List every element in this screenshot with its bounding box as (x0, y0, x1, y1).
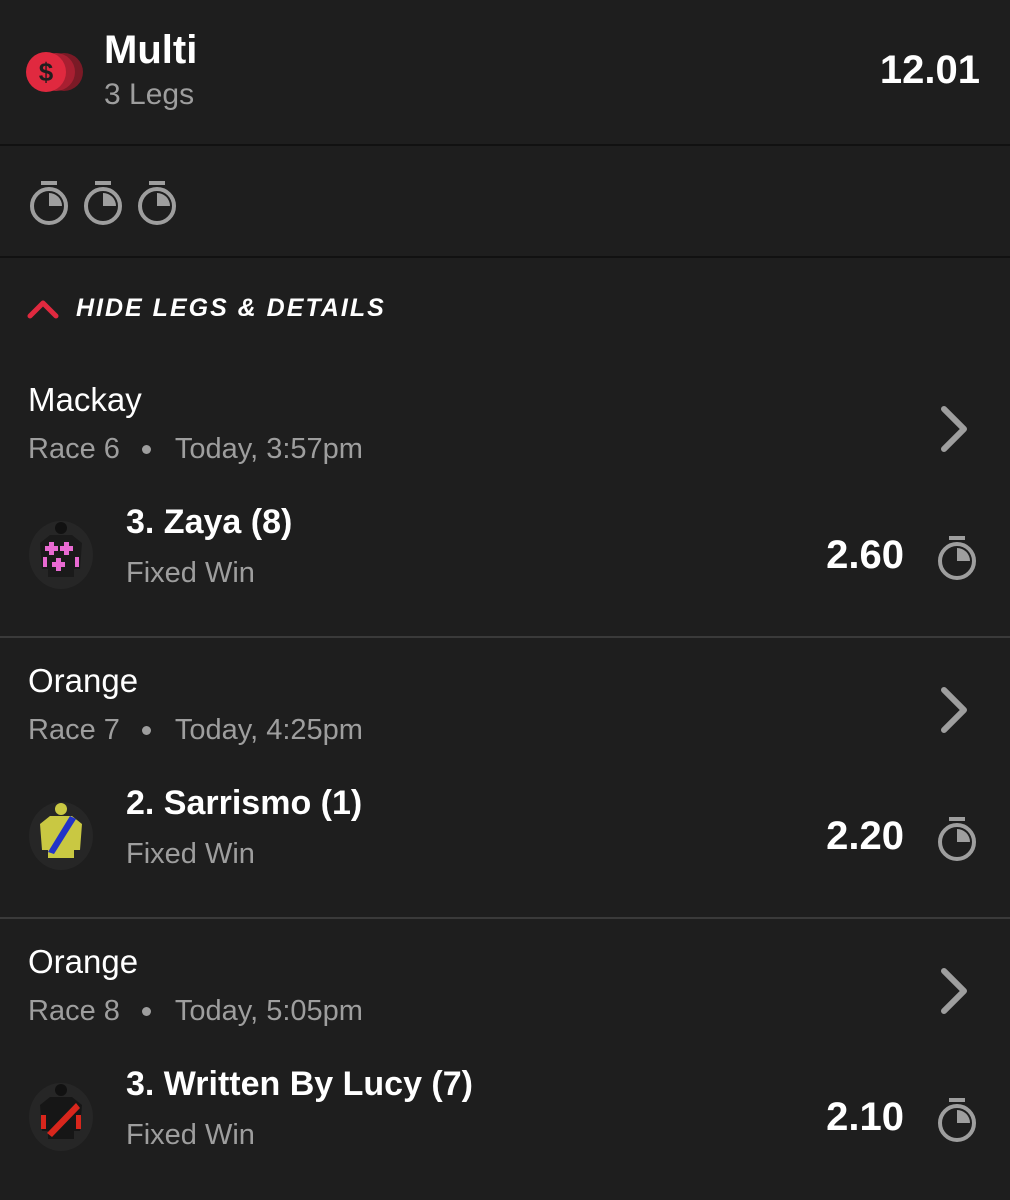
leg-race-time: Today, 3:57pm (174, 433, 363, 465)
separator-dot (141, 1007, 151, 1016)
hide-legs-toggle[interactable]: HIDE LEGS & DETAILS (26, 288, 386, 328)
svg-text:$: $ (39, 57, 54, 87)
leg-race-time: Today, 5:05pm (174, 995, 363, 1027)
leg-item[interactable]: Orange Race 8 Today, 5:05pm 3. Written B… (0, 919, 1010, 1200)
leg-odds: 2.60 (826, 533, 904, 577)
toggle-label: HIDE LEGS & DETAILS (76, 293, 386, 322)
leg-race-number: Race 7 (28, 714, 120, 746)
leg-race-info: Race 6 Today, 3:57pm (28, 433, 363, 466)
leg-item[interactable]: Mackay Race 6 Today, 3:57pm 3. Zaya (8) … (0, 357, 1010, 638)
leg-venue: Mackay (28, 381, 142, 418)
leg-odds: 2.20 (826, 814, 904, 858)
separator-dot (141, 726, 151, 735)
total-odds: 12.01 (879, 48, 980, 92)
leg-race-info: Race 8 Today, 5:05pm (28, 995, 363, 1028)
leg-status-row (0, 148, 1010, 258)
legs-count: 3 Legs (104, 78, 195, 111)
dollar-coins-icon: $ (26, 52, 83, 92)
chevron-right-icon[interactable] (936, 963, 972, 1019)
runner-name: 3. Zaya (8) (126, 503, 293, 541)
leg-race-number: Race 6 (28, 433, 120, 465)
jockey-silk-icon (29, 521, 93, 589)
timer-icon (938, 1098, 976, 1142)
leg-race-number: Race 8 (28, 995, 120, 1027)
separator-dot (141, 445, 151, 454)
timer-icon (138, 181, 176, 225)
timer-icon (938, 536, 976, 580)
leg-venue: Orange (28, 943, 139, 980)
leg-race-time: Today, 4:25pm (174, 714, 363, 746)
runner-name: 2. Sarrismo (1) (126, 784, 363, 822)
runner-name: 3. Written By Lucy (7) (126, 1065, 473, 1103)
jockey-silk-icon (29, 802, 93, 870)
bet-type: Fixed Win (126, 557, 255, 589)
jockey-silk-icon (29, 1083, 93, 1151)
bet-title: Multi (104, 28, 198, 72)
leg-item[interactable]: Orange Race 7 Today, 4:25pm 2. Sarrismo … (0, 638, 1010, 919)
timer-icon (938, 817, 976, 861)
bet-type: Fixed Win (126, 838, 255, 870)
bet-header: $ Multi 3 Legs 12.01 (0, 0, 1010, 146)
bet-type: Fixed Win (126, 1119, 255, 1151)
leg-race-info: Race 7 Today, 4:25pm (28, 714, 363, 747)
timer-icon (84, 181, 122, 225)
leg-venue: Orange (28, 662, 139, 699)
leg-odds: 2.10 (826, 1095, 904, 1139)
chevron-right-icon[interactable] (936, 682, 972, 738)
chevron-up-icon (27, 300, 59, 319)
chevron-right-icon[interactable] (936, 401, 972, 457)
timer-icon (30, 181, 68, 225)
